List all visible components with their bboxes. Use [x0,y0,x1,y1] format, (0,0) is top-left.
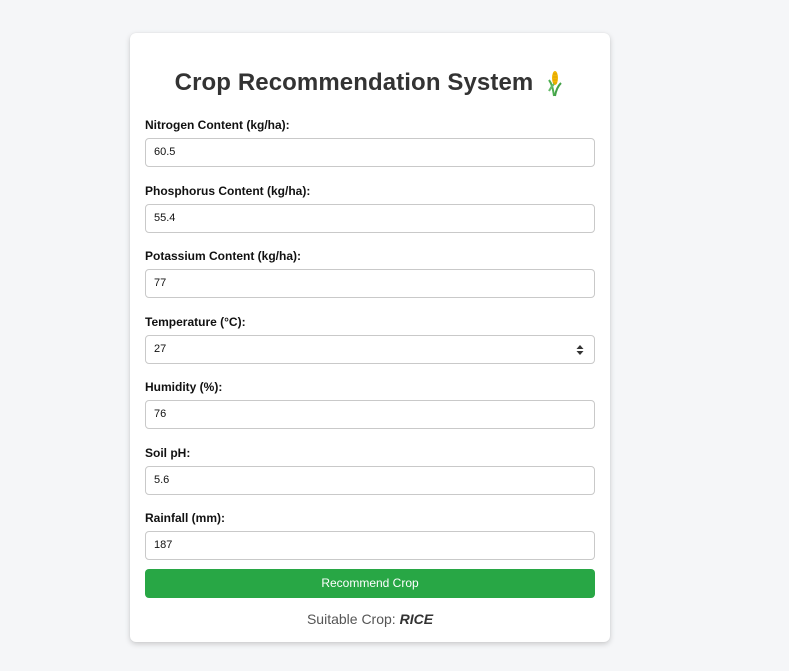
potassium-input[interactable]: 77 [145,269,595,298]
corn-crop-icon [548,71,563,97]
temperature-input[interactable]: 27 [145,335,595,364]
number-spinner-icon[interactable] [576,345,584,355]
nitrogen-input[interactable]: 60.5 [145,138,595,167]
soil-ph-field: Soil pH: 5.6 [145,446,595,495]
humidity-field: Humidity (%): 76 [145,380,595,429]
page-title: Crop Recommendation System [174,69,534,96]
soil-ph-label: Soil pH: [145,446,191,460]
rainfall-label: Rainfall (mm): [145,511,226,525]
humidity-label: Humidity (%): [145,380,223,394]
phosphorus-field: Phosphorus Content (kg/ha): 55.4 [145,184,595,233]
result-text: Suitable Crop: RICE [130,611,610,627]
form-card: Crop Recommendation System Nitrogen Cont… [130,33,610,642]
nitrogen-field: Nitrogen Content (kg/ha): 60.5 [145,118,595,167]
temperature-value: 27 [154,343,167,355]
temperature-label: Temperature (°C): [145,315,246,329]
phosphorus-label: Phosphorus Content (kg/ha): [145,184,311,198]
result-crop: RICE [399,611,434,627]
soil-ph-input[interactable]: 5.6 [145,466,595,495]
phosphorus-input[interactable]: 55.4 [145,204,595,233]
temperature-field: Temperature (°C): 27 [145,315,595,364]
result-prefix: Suitable Crop: [306,611,396,627]
potassium-field: Potassium Content (kg/ha): 77 [145,249,595,298]
rainfall-input[interactable]: 187 [145,531,595,560]
recommend-crop-button[interactable]: Recommend Crop [145,569,595,598]
title-row: Crop Recommendation System [130,67,610,99]
humidity-input[interactable]: 76 [145,400,595,429]
rainfall-field: Rainfall (mm): 187 [145,511,595,560]
potassium-label: Potassium Content (kg/ha): [145,249,302,263]
nitrogen-label: Nitrogen Content (kg/ha): [145,118,290,132]
